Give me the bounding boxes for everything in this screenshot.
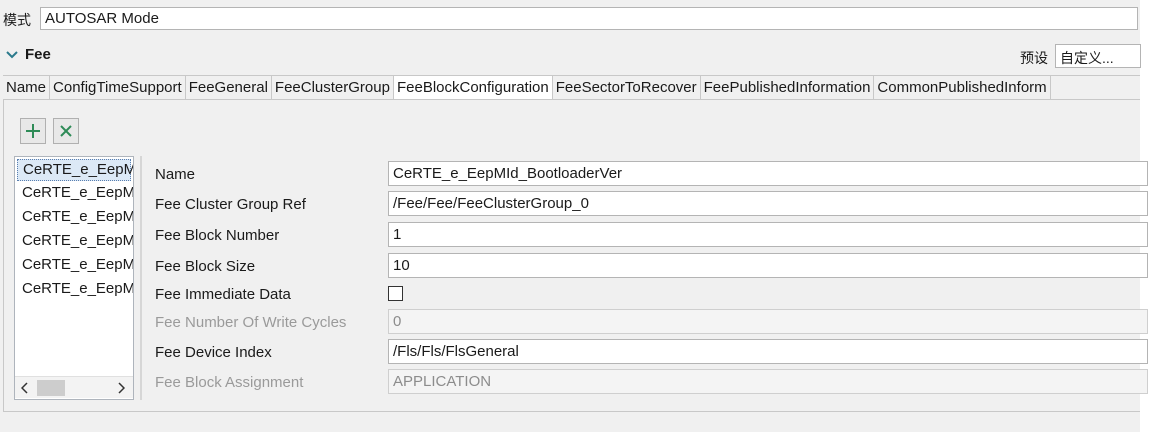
list-item[interactable]: CeRTE_e_EepM bbox=[15, 229, 133, 253]
block-size-field[interactable]: 10 bbox=[388, 253, 1148, 278]
block-assignment-field: APPLICATION bbox=[388, 369, 1148, 394]
list-item[interactable]: CeRTE_e_EepM bbox=[15, 205, 133, 229]
tab-bar: Name ConfigTimeSupport FeeGeneral FeeClu… bbox=[3, 75, 1140, 100]
tab-common-published-information[interactable]: CommonPublishedInform bbox=[874, 76, 1051, 99]
section-header[interactable]: Fee bbox=[5, 46, 51, 63]
immediate-data-checkbox[interactable] bbox=[388, 286, 403, 301]
mode-field[interactable]: AUTOSAR Mode bbox=[40, 7, 1138, 30]
block-size-label: Fee Block Size bbox=[155, 258, 256, 275]
mode-label: 模式 bbox=[3, 12, 31, 28]
list-item[interactable]: CeRTE_e_EepM bbox=[17, 159, 133, 181]
tab-fee-cluster-group[interactable]: FeeClusterGroup bbox=[272, 76, 394, 99]
preset-dropdown[interactable]: 自定义... bbox=[1055, 44, 1141, 68]
block-number-label: Fee Block Number bbox=[155, 227, 280, 244]
plus-icon bbox=[26, 124, 40, 138]
write-cycles-field: 0 bbox=[388, 309, 1148, 334]
device-index-label: Fee Device Index bbox=[155, 344, 272, 361]
block-assignment-label: Fee Block Assignment bbox=[155, 374, 304, 391]
remove-button[interactable] bbox=[53, 118, 79, 144]
name-field[interactable]: CeRTE_e_EepMId_BootloaderVer bbox=[388, 161, 1148, 186]
immediate-data-label: Fee Immediate Data bbox=[155, 286, 291, 303]
tab-config-time-support[interactable]: ConfigTimeSupport bbox=[50, 76, 186, 99]
scroll-thumb[interactable] bbox=[37, 380, 65, 396]
cluster-group-ref-label: Fee Cluster Group Ref bbox=[155, 196, 306, 213]
window-edge bbox=[1140, 0, 1161, 432]
add-button[interactable] bbox=[20, 118, 46, 144]
cluster-group-ref-field[interactable]: /Fee/Fee/FeeClusterGroup_0 bbox=[388, 191, 1148, 216]
preset-label: 预设 bbox=[1020, 50, 1048, 66]
list-item[interactable]: CeRTE_e_EepM bbox=[15, 253, 133, 277]
tab-fee-sector-to-recover[interactable]: FeeSectorToRecover bbox=[553, 76, 701, 99]
tab-name[interactable]: Name bbox=[3, 76, 51, 99]
tab-fee-block-configuration[interactable]: FeeBlockConfiguration bbox=[393, 76, 553, 99]
list-item[interactable]: CeRTE_e_EepM bbox=[15, 181, 133, 205]
close-icon bbox=[60, 125, 72, 137]
name-label: Name bbox=[155, 166, 196, 183]
section-title: Fee bbox=[25, 46, 51, 63]
tab-fee-published-information[interactable]: FeePublishedInformation bbox=[701, 76, 875, 99]
block-number-field[interactable]: 1 bbox=[388, 222, 1148, 247]
list-item[interactable]: CeRTE_e_EepM bbox=[15, 277, 133, 301]
write-cycles-label: Fee Number Of Write Cycles bbox=[155, 314, 347, 331]
horizontal-scrollbar[interactable] bbox=[15, 376, 133, 398]
tab-fee-general[interactable]: FeeGeneral bbox=[186, 76, 272, 99]
block-list[interactable]: CeRTE_e_EepM CeRTE_e_EepM CeRTE_e_EepM C… bbox=[14, 156, 134, 400]
device-index-field[interactable]: /Fls/Fls/FlsGeneral bbox=[388, 339, 1148, 364]
chevron-down-icon[interactable] bbox=[5, 48, 19, 62]
chevron-left-icon[interactable] bbox=[21, 382, 29, 394]
splitter[interactable] bbox=[140, 156, 142, 400]
chevron-right-icon[interactable] bbox=[117, 382, 125, 394]
